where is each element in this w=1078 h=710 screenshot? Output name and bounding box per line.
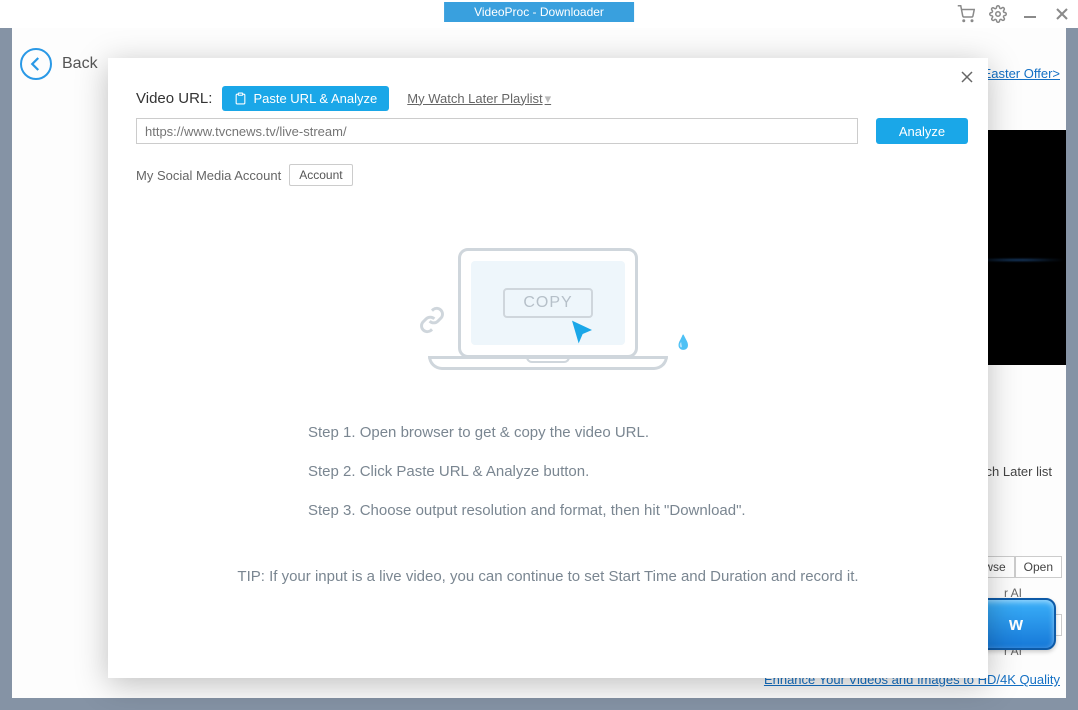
cart-icon[interactable] (956, 4, 976, 24)
step-2: Step 2. Click Paste URL & Analyze button… (308, 463, 928, 480)
watch-later-label: ch Later list (986, 464, 1052, 479)
video-url-input[interactable] (136, 118, 858, 144)
dialog-close-button[interactable] (958, 68, 976, 86)
link-icon (418, 306, 446, 339)
tip-text: TIP: If your input is a live video, you … (108, 568, 988, 585)
step-1: Step 1. Open browser to get & copy the v… (308, 424, 928, 441)
app-body: Back Easter Offer> ch Later list rowse O… (0, 28, 1078, 710)
download-now-button[interactable]: w (976, 598, 1056, 650)
back-row: Back (12, 40, 98, 88)
clipboard-icon (234, 92, 247, 105)
chevron-down-icon: ▾ (545, 91, 552, 106)
analyze-button[interactable]: Analyze (876, 118, 968, 144)
close-icon[interactable] (1052, 4, 1072, 24)
copy-illustration: COPY 💧 (428, 248, 668, 388)
paste-analyze-button[interactable]: Paste URL & Analyze (222, 86, 389, 111)
gear-icon[interactable] (988, 4, 1008, 24)
video-url-label: Video URL: (136, 90, 212, 107)
cursor-icon (568, 318, 600, 355)
back-button[interactable]: Back (20, 48, 98, 80)
open-button-1[interactable]: Open (1015, 556, 1062, 578)
easter-offer-link[interactable]: Easter Offer> (983, 66, 1060, 81)
titlebar: VideoProc - Downloader (0, 0, 1078, 28)
step-3: Step 3. Choose output resolution and for… (308, 502, 928, 519)
add-url-dialog: Video URL: Paste URL & Analyze My Watch … (108, 58, 988, 678)
window-title: VideoProc - Downloader (444, 2, 634, 22)
paste-analyze-label: Paste URL & Analyze (253, 91, 377, 106)
content-surface: Back Easter Offer> ch Later list rowse O… (12, 28, 1066, 698)
back-arrow-icon (20, 48, 52, 80)
minimize-icon[interactable] (1020, 4, 1040, 24)
steps: Step 1. Open browser to get & copy the v… (308, 424, 928, 541)
drop-icon: 💧 (675, 334, 692, 351)
back-label: Back (62, 55, 98, 73)
social-row: My Social Media Account Account (136, 164, 353, 186)
url-row: Video URL: Paste URL & Analyze My Watch … (136, 86, 960, 111)
window-controls (956, 0, 1072, 28)
input-row: Analyze (136, 118, 968, 144)
social-account-label: My Social Media Account (136, 168, 281, 183)
watch-later-playlist-link[interactable]: My Watch Later Playlist▾ (407, 91, 551, 107)
copy-box-label: COPY (503, 288, 592, 318)
account-button[interactable]: Account (289, 164, 352, 186)
